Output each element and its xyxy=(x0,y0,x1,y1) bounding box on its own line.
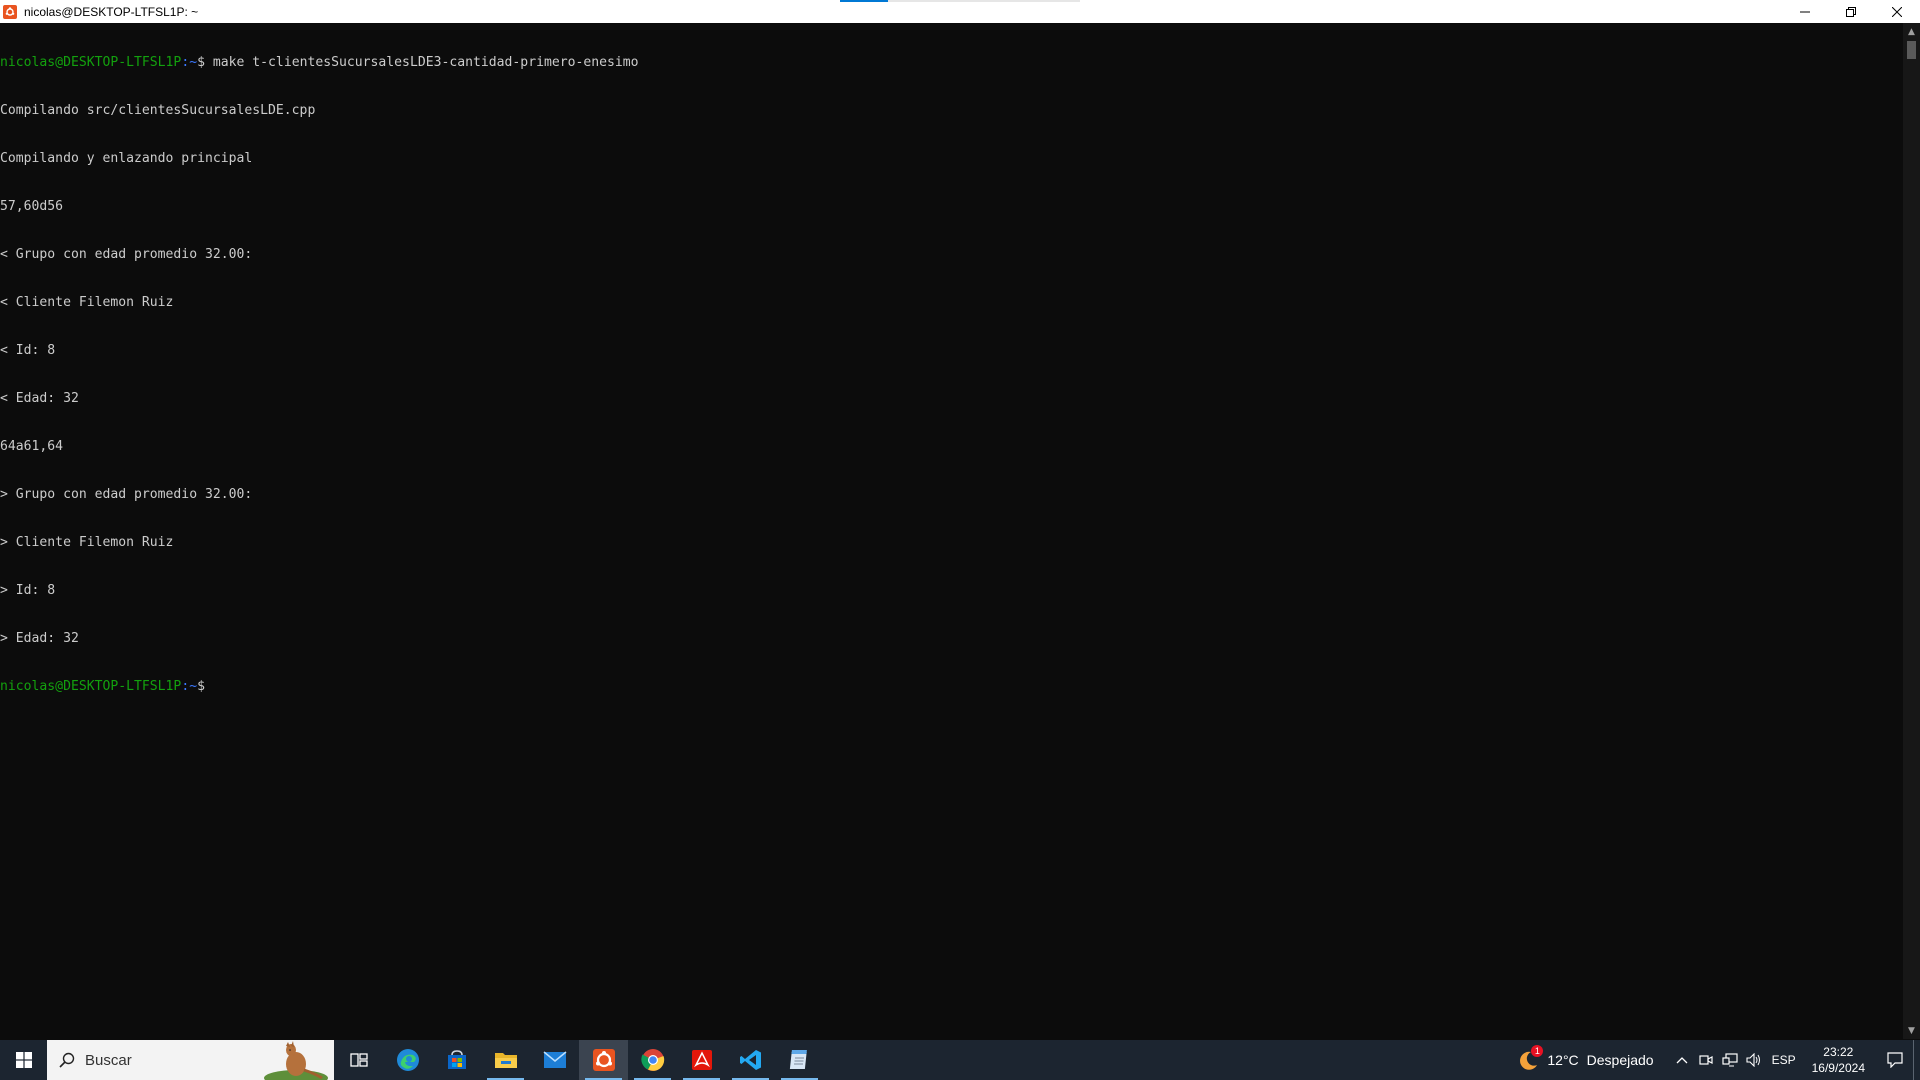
title-focus-strip xyxy=(840,0,1080,2)
show-hidden-icons-button[interactable] xyxy=(1670,1040,1694,1080)
notification-icon xyxy=(1887,1052,1903,1068)
notification-center-button[interactable] xyxy=(1877,1040,1913,1080)
close-icon xyxy=(1892,6,1902,17)
file-explorer-icon xyxy=(494,1053,517,1068)
output-line: Compilando y enlazando principal xyxy=(0,151,253,166)
kangaroo-illustration-icon xyxy=(264,1041,328,1080)
vertical-scrollbar[interactable]: ▲ ▼ xyxy=(1903,23,1920,1039)
output-line: < Edad: 32 xyxy=(0,391,79,406)
network-icon xyxy=(1721,1053,1738,1067)
output-line: > Id: 8 xyxy=(0,583,56,598)
restore-button[interactable] xyxy=(1828,0,1874,23)
taskbar-notepad[interactable] xyxy=(775,1040,824,1080)
chrome-icon xyxy=(640,1049,664,1071)
system-tray: 1 12°C Despejado ESP 23:22 16/9/2024 xyxy=(1517,1040,1920,1080)
ubuntu-icon xyxy=(3,4,17,19)
chevron-down-icon: ▼ xyxy=(1908,1025,1915,1036)
weather-condition: Despejado xyxy=(1586,1052,1654,1068)
clock[interactable]: 23:22 16/9/2024 xyxy=(1812,1044,1865,1076)
tray-meet-button[interactable] xyxy=(1694,1040,1718,1080)
output-line: < Id: 8 xyxy=(0,343,56,358)
camera-icon xyxy=(1698,1055,1713,1065)
output-line: > Cliente Filemon Ruiz xyxy=(0,535,174,550)
text-cursor xyxy=(205,679,213,694)
prompt-path: :~ xyxy=(181,679,198,694)
language-indicator[interactable]: ESP xyxy=(1772,1053,1796,1067)
chevron-up-icon xyxy=(1676,1057,1688,1064)
taskbar-mail[interactable] xyxy=(530,1040,579,1080)
prompt-path: :~ xyxy=(181,55,198,70)
mail-icon xyxy=(543,1051,566,1068)
scroll-down-button[interactable]: ▼ xyxy=(1903,1022,1920,1039)
show-desktop-button[interactable] xyxy=(1913,1040,1920,1080)
task-view-icon xyxy=(349,1053,368,1067)
weather-widget[interactable]: 1 12°C Despejado xyxy=(1517,1045,1654,1071)
acrobat-icon xyxy=(691,1050,712,1070)
clock-date: 16/9/2024 xyxy=(1811,1061,1865,1075)
prompt-symbol: $ xyxy=(197,55,205,70)
weather-moon-icon: 1 xyxy=(1517,1045,1544,1071)
window-controls xyxy=(1782,0,1920,23)
taskbar-acrobat[interactable] xyxy=(677,1040,726,1080)
windows-logo-icon xyxy=(15,1052,32,1068)
taskbar-edge[interactable] xyxy=(383,1040,432,1080)
prompt-user-host: nicolas@DESKTOP-LTFSL1P xyxy=(0,679,182,694)
volume-icon xyxy=(1746,1053,1760,1067)
taskbar-store[interactable] xyxy=(432,1040,481,1080)
output-line: < Grupo con edad promedio 32.00: xyxy=(0,247,253,262)
current-prompt-line: nicolas@DESKTOP-LTFSL1P:~$ xyxy=(0,679,1903,695)
prompt-symbol: $ xyxy=(197,679,205,694)
search-box[interactable]: Buscar xyxy=(47,1040,334,1080)
start-button[interactable] xyxy=(0,1040,47,1080)
output-line: 57,60d56 xyxy=(0,199,64,214)
clock-time: 23:22 xyxy=(1823,1045,1854,1059)
scroll-thumb[interactable] xyxy=(1907,41,1916,59)
output-line: Compilando src/clientesSucursalesLDE.cpp xyxy=(0,103,316,118)
taskbar-vscode[interactable] xyxy=(726,1040,775,1080)
minimize-button[interactable] xyxy=(1782,0,1828,23)
edge-icon xyxy=(396,1049,419,1071)
chevron-up-icon: ▲ xyxy=(1908,26,1915,37)
search-placeholder: Buscar xyxy=(85,1051,132,1069)
command-line: nicolas@DESKTOP-LTFSL1P:~$ make t-client… xyxy=(0,55,1903,71)
output-line: > Grupo con edad promedio 32.00: xyxy=(0,487,253,502)
output-line: 64a61,64 xyxy=(0,439,64,454)
restore-icon xyxy=(1846,6,1856,17)
taskbar-ubuntu[interactable] xyxy=(579,1040,628,1080)
terminal-output[interactable]: nicolas@DESKTOP-LTFSL1P:~$ make t-client… xyxy=(0,23,1903,1039)
minimize-icon xyxy=(1800,11,1810,12)
taskbar: Buscar 1 12°C Despejado ESP 23:22 16/9/2… xyxy=(0,1040,1920,1080)
notepad-icon xyxy=(789,1050,807,1069)
weather-temperature: 12°C xyxy=(1547,1052,1579,1068)
tray-volume-button[interactable] xyxy=(1742,1040,1766,1080)
command-text: make t-clientesSucursalesLDE3-cantidad-p… xyxy=(204,55,639,70)
microsoft-store-icon xyxy=(447,1050,466,1069)
output-line: > Edad: 32 xyxy=(0,631,79,646)
close-button[interactable] xyxy=(1874,0,1920,23)
ubuntu-icon xyxy=(592,1049,615,1071)
taskbar-file-explorer[interactable] xyxy=(481,1040,530,1080)
tray-network-button[interactable] xyxy=(1718,1040,1742,1080)
taskbar-chrome[interactable] xyxy=(628,1040,677,1080)
search-icon xyxy=(59,1052,75,1068)
output-line: < Cliente Filemon Ruiz xyxy=(0,295,174,310)
weather-alert-badge: 1 xyxy=(1531,1045,1544,1057)
window-title: nicolas@DESKTOP-LTFSL1P: ~ xyxy=(24,4,199,19)
scroll-up-button[interactable]: ▲ xyxy=(1903,23,1920,40)
window-title-bar[interactable]: nicolas@DESKTOP-LTFSL1P: ~ xyxy=(0,0,1920,23)
prompt-user-host: nicolas@DESKTOP-LTFSL1P xyxy=(0,55,182,70)
task-view-button[interactable] xyxy=(334,1040,383,1080)
vscode-icon xyxy=(739,1050,761,1070)
